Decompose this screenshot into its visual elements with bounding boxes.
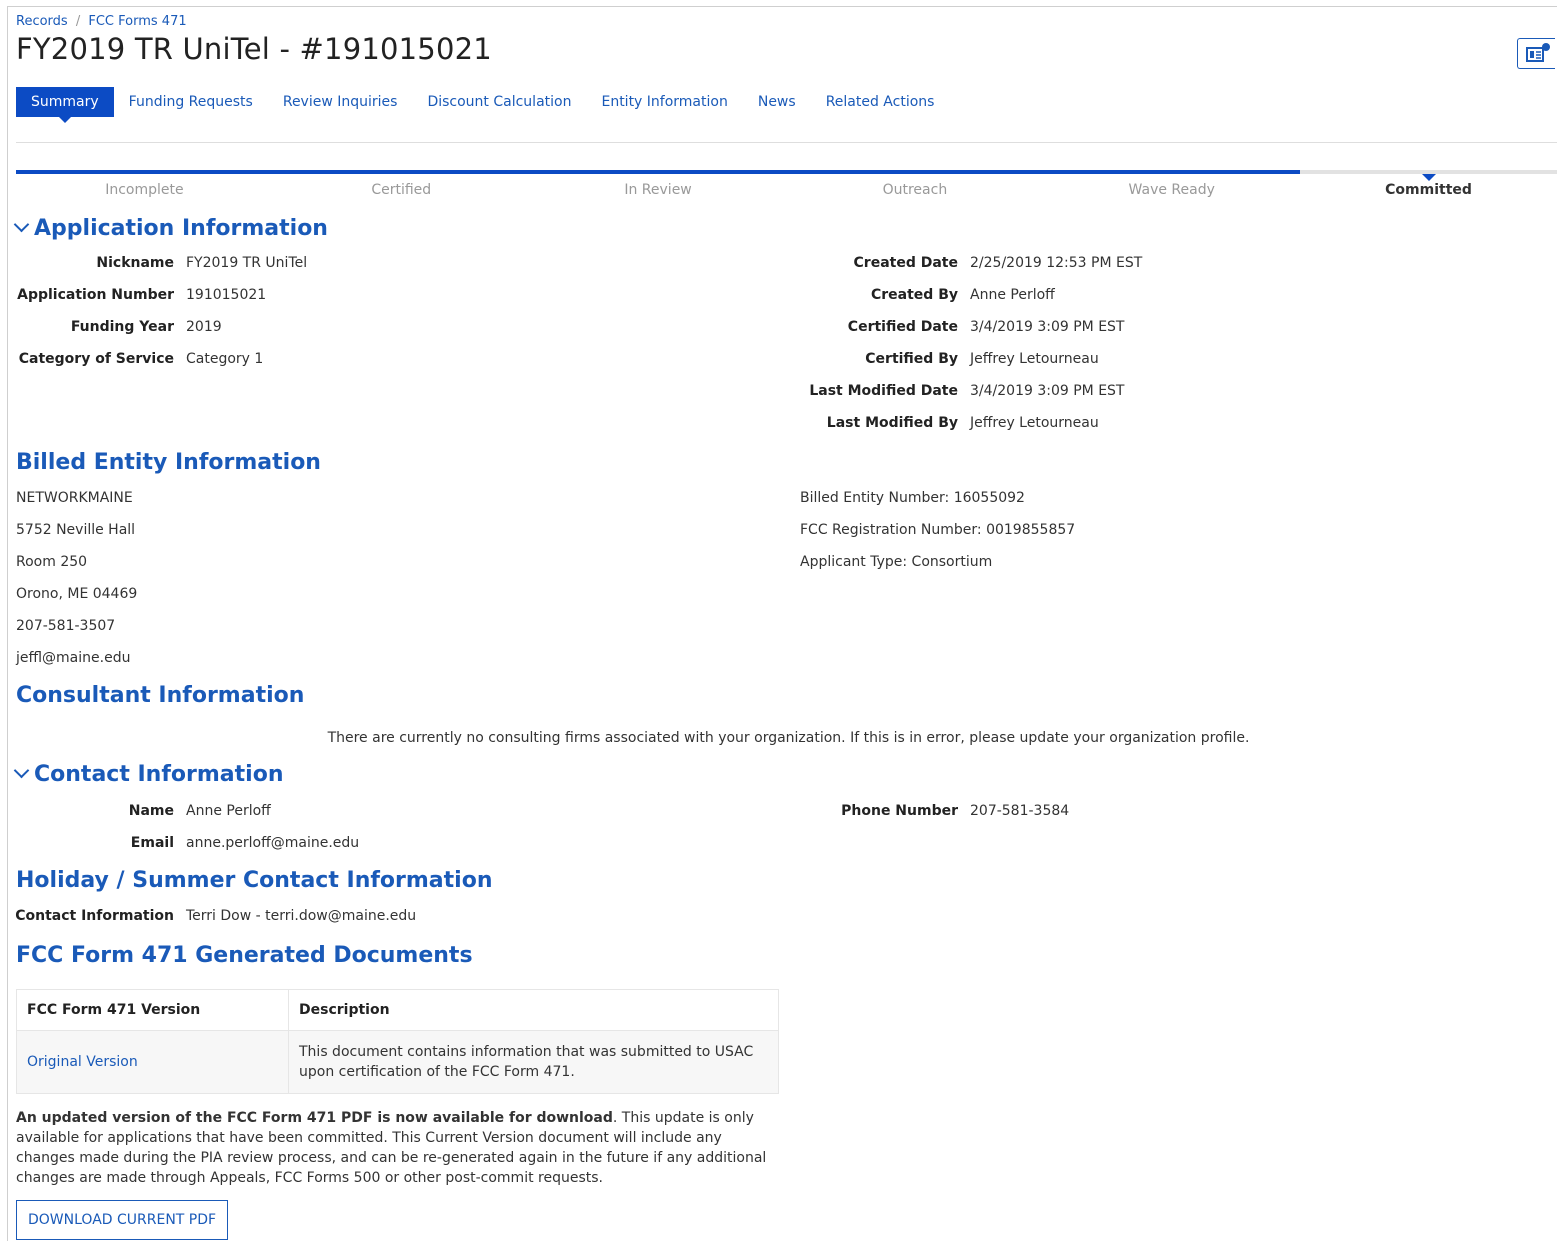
status-steps: Incomplete Certified In Review Outreach Wave… (16, 182, 1557, 198)
status-progress-track (16, 170, 1557, 181)
last-modified-by-label: Last Modified By (826, 415, 958, 431)
certified-by-value: Jeffrey Letourneau (970, 351, 1099, 367)
certified-date-label: Certified Date (847, 319, 958, 335)
table-header-row: FCC Form 471 Version Description (16, 989, 779, 1031)
holiday-contact-label: Contact Information (15, 908, 174, 924)
category-of-service-label: Category of Service (18, 351, 174, 367)
breadcrumb: Records / FCC Forms 471 (16, 14, 187, 29)
billed-entity-detail: Applicant Type: Consortium (800, 554, 993, 570)
application-information-header[interactable]: Application Information (13, 216, 328, 241)
certified-by-label: Certified By (865, 351, 958, 367)
consultant-message: There are currently no consulting firms … (327, 730, 1250, 746)
contact-information-title: Contact Information (34, 762, 284, 787)
column-header-description: Description (288, 989, 779, 1031)
contact-phone-value: 207-581-3584 (970, 803, 1070, 819)
billed-entity-title: Billed Entity Information (16, 450, 321, 475)
tab-review-inquiries[interactable]: Review Inquiries (268, 87, 413, 117)
page-frame-top (7, 6, 1557, 7)
status-step-in-review: In Review (624, 182, 692, 198)
application-information-title: Application Information (34, 216, 328, 241)
application-number-label: Application Number (17, 287, 174, 303)
download-current-pdf-button[interactable]: DOWNLOAD CURRENT PDF (16, 1200, 229, 1240)
generated-documents-table: FCC Form 471 Version Description Origina… (16, 989, 779, 1094)
category-of-service-value: Category 1 (186, 351, 264, 367)
created-by-label: Created By (870, 287, 958, 303)
contact-email-value: anne.perloff@maine.edu (186, 835, 360, 851)
chevron-down-icon (13, 216, 30, 233)
report-settings-icon (1526, 43, 1550, 62)
generated-documents-title: FCC Form 471 Generated Documents (16, 943, 473, 968)
contact-email-label: Email (130, 835, 174, 851)
description-cell: This document contains information that … (288, 1030, 779, 1094)
holiday-contact-title: Holiday / Summer Contact Information (16, 868, 493, 893)
billed-entity-address-line: jeffl@maine.edu (16, 650, 131, 666)
update-note-bold: An updated version of the FCC Form 471 P… (16, 1110, 613, 1126)
billed-entity-detail: FCC Registration Number: 0019855857 (800, 522, 1076, 538)
tab-related-actions[interactable]: Related Actions (811, 87, 950, 117)
breadcrumb-records-link[interactable]: Records (16, 14, 68, 29)
created-date-value: 2/25/2019 12:53 PM EST (970, 255, 1143, 271)
funding-year-label: Funding Year (70, 319, 174, 335)
billed-entity-address-line: Orono, ME 04469 (16, 586, 138, 602)
chevron-down-icon (13, 762, 30, 779)
contact-phone-label: Phone Number (841, 803, 958, 819)
tab-summary[interactable]: Summary (16, 87, 114, 123)
page-title: FY2019 TR UniTel - #191015021 (16, 32, 492, 66)
status-step-incomplete: Incomplete (105, 182, 184, 198)
status-progress-fill (16, 170, 1301, 174)
created-by-value: Anne Perloff (970, 287, 1055, 303)
status-step-outreach: Outreach (882, 182, 948, 198)
tab-entity-information[interactable]: Entity Information (586, 87, 742, 117)
page-frame-left (7, 6, 8, 1241)
contact-information-header[interactable]: Contact Information (13, 762, 284, 787)
report-settings-button[interactable] (1517, 38, 1555, 69)
funding-year-value: 2019 (186, 319, 222, 335)
certified-date-value: 3/4/2019 3:09 PM EST (970, 319, 1125, 335)
billed-entity-address-line: 207-581-3507 (16, 618, 116, 634)
last-modified-by-value: Jeffrey Letourneau (970, 415, 1099, 431)
tab-divider (16, 142, 1557, 143)
holiday-contact-value: Terri Dow - terri.dow@maine.edu (186, 908, 417, 924)
breadcrumb-separator: / (75, 14, 81, 29)
tab-news[interactable]: News (743, 87, 811, 117)
last-modified-date-value: 3/4/2019 3:09 PM EST (970, 383, 1125, 399)
status-step-wave-ready: Wave Ready (1128, 182, 1215, 198)
last-modified-date-label: Last Modified Date (809, 383, 958, 399)
tab-bar: Summary Funding Requests Review Inquiries D… (16, 87, 950, 123)
table-row: Original Version This document contains … (16, 1030, 779, 1094)
status-step-committed: Committed (1385, 182, 1472, 198)
nickname-value: FY2019 TR UniTel (186, 255, 308, 271)
nickname-label: Nickname (96, 255, 174, 271)
tab-discount-calculation[interactable]: Discount Calculation (412, 87, 586, 117)
column-header-version: FCC Form 471 Version (16, 989, 289, 1031)
update-note: An updated version of the FCC Form 471 P… (16, 1108, 780, 1188)
billed-entity-address-line: 5752 Neville Hall (16, 522, 136, 538)
billed-entity-address-line: NETWORKMAINE (16, 490, 133, 506)
breadcrumb-forms-link[interactable]: FCC Forms 471 (88, 14, 186, 29)
billed-entity-detail: Billed Entity Number: 16055092 (800, 490, 1025, 506)
version-cell: Original Version (16, 1030, 289, 1094)
contact-name-value: Anne Perloff (186, 803, 271, 819)
status-progress-marker (1421, 174, 1436, 181)
original-version-link[interactable]: Original Version (27, 1054, 138, 1070)
application-number-value: 191015021 (186, 287, 267, 303)
consultant-title: Consultant Information (16, 683, 305, 708)
created-date-label: Created Date (853, 255, 958, 271)
billed-entity-address-line: Room 250 (16, 554, 88, 570)
contact-name-label: Name (128, 803, 174, 819)
status-step-certified: Certified (371, 182, 432, 198)
tab-funding-requests[interactable]: Funding Requests (114, 87, 268, 117)
